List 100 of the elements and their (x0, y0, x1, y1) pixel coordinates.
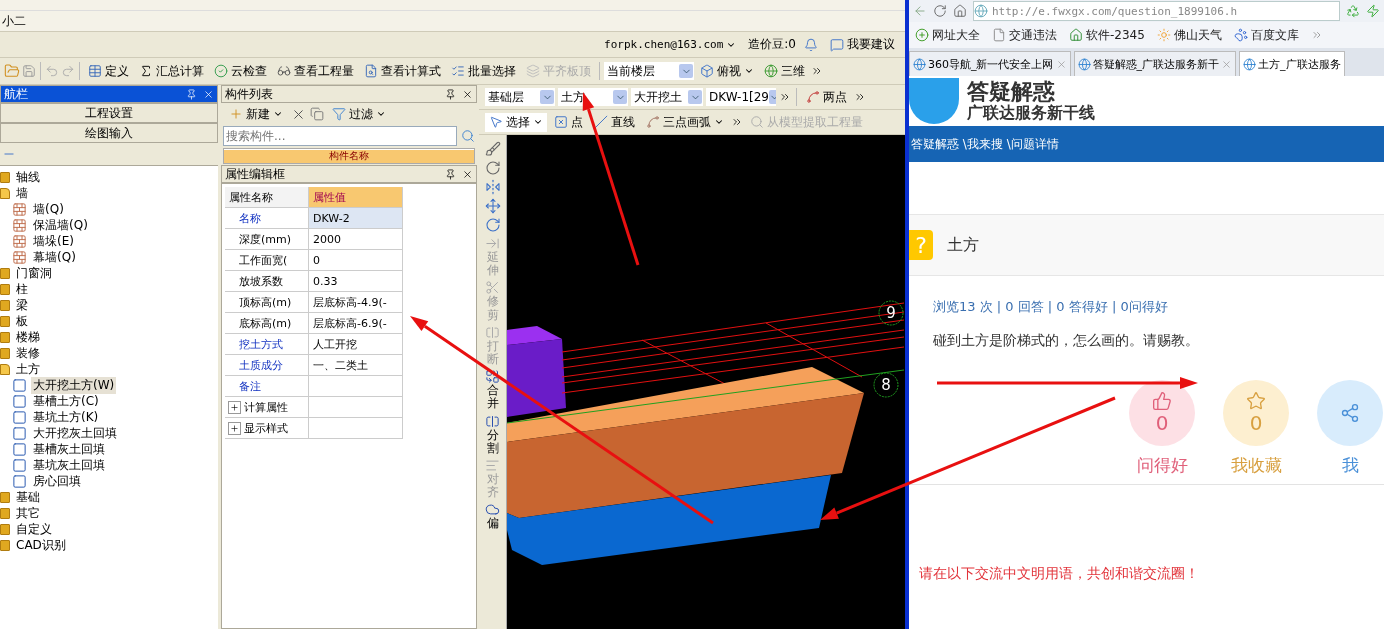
suggest-button[interactable]: 我要建议 (826, 35, 899, 54)
property-value[interactable]: 0 (309, 250, 403, 271)
side-tool-button[interactable]: 合并 (485, 369, 500, 411)
square-icon (12, 377, 27, 393)
tree-item[interactable]: CAD识别 (14, 536, 68, 554)
arc-button[interactable]: 三点画弧 (642, 112, 728, 132)
side-tool-button[interactable]: 偏 (485, 502, 500, 531)
close-icon (1221, 58, 1232, 70)
redo-icon (61, 64, 75, 78)
tree-item[interactable]: 大开挖灰土回填 (31, 424, 119, 442)
browser-tab[interactable]: 答疑解惑_广联达服务新干 (1073, 51, 1236, 76)
break-icon (485, 324, 500, 340)
tree-item[interactable]: 墙垛(E) (31, 232, 76, 250)
point-button[interactable]: 点 (550, 112, 587, 132)
bookmark-link[interactable]: 百度文库 (1233, 26, 1299, 44)
filter-button[interactable]: 过滤 (328, 104, 390, 124)
toolbar-button[interactable]: 汇总计算 (135, 61, 208, 81)
property-value[interactable] (309, 418, 403, 439)
question-stats: 浏览13 次 | 0 回答 | 0 答得好 | 0问得好 (933, 298, 1169, 316)
more-icon (779, 91, 791, 103)
three-d-button[interactable]: 三维 (760, 61, 809, 81)
new-button[interactable]: 新建 (225, 104, 287, 124)
property-value[interactable]: 人工开挖 (309, 334, 403, 355)
url-field[interactable]: http://e.fwxgx.com/question_1899106.h (973, 1, 1340, 21)
bookmark-link[interactable]: 佛山天气 (1156, 26, 1222, 44)
tree-item[interactable]: 轴线 (14, 168, 42, 186)
square-icon (12, 425, 27, 441)
line-button[interactable]: 直线 (590, 112, 639, 132)
nav-button[interactable]: 工程设置 (0, 103, 218, 123)
layer-select[interactable]: DKW-1[29 (706, 88, 776, 106)
toolbar-button[interactable]: 批量选择 (447, 61, 520, 81)
tree-item[interactable]: 梁 (14, 296, 30, 314)
tree-item[interactable]: 基坑土方(K) (31, 408, 101, 426)
caret-icon (533, 117, 543, 127)
brick-wall-icon (12, 249, 27, 265)
star-icon (1246, 391, 1266, 411)
cursor-icon (489, 115, 503, 129)
property-value[interactable]: 层底标高-6.9(- (309, 313, 403, 334)
more-icon (1310, 29, 1323, 41)
question-title: 土方 (947, 234, 979, 256)
tree-item[interactable]: 大开挖土方(W) (31, 376, 117, 394)
property-value[interactable] (309, 376, 403, 397)
floor-select[interactable]: 当前楼层 (604, 62, 694, 80)
more-icon (811, 65, 823, 77)
check-icon (214, 64, 228, 78)
window-title: 小二 (2, 12, 26, 30)
bookmark-link[interactable]: 软件-2345 (1069, 26, 1145, 44)
question-icon: ? (909, 230, 933, 260)
tree-item[interactable]: 装修 (14, 344, 42, 362)
sun-icon (1156, 28, 1171, 42)
sigma-icon (139, 64, 153, 78)
home-icon (953, 4, 967, 18)
tree-item[interactable]: 基础 (14, 488, 42, 506)
share-icon (1340, 403, 1360, 423)
toolbar-button[interactable]: 查看工程量 (273, 61, 358, 81)
tree-item[interactable]: 门窗洞 (14, 264, 54, 282)
property-value[interactable]: 层底标高-4.9(- (309, 292, 403, 313)
property-value[interactable]: 2000 (309, 229, 403, 250)
account-menu[interactable]: forpk.chen@163.com (600, 37, 741, 52)
tree-item[interactable]: 板 (14, 312, 30, 330)
nav-button[interactable]: 绘图输入 (0, 123, 218, 143)
pin-icon (186, 88, 197, 100)
layer-select[interactable]: 基础层 (485, 88, 555, 106)
view-menu-button[interactable]: 俯视 (696, 61, 758, 81)
tree-item[interactable]: 基槽土方(C) (31, 392, 101, 410)
house-icon (1069, 28, 1083, 42)
browser-tab[interactable]: 土方_广联达服务 (1239, 51, 1345, 76)
search-icon (750, 115, 764, 129)
tree-item[interactable]: 房心回填 (31, 472, 83, 490)
tree-item[interactable]: 柱 (14, 280, 30, 298)
tree-item[interactable]: 基槽灰土回填 (31, 440, 107, 458)
tree-item[interactable]: 墙 (14, 184, 30, 202)
property-value[interactable]: 0.33 (309, 271, 403, 292)
search-field[interactable]: 搜索构件... (223, 126, 457, 146)
tree-item[interactable]: 保温墙(Q) (31, 216, 90, 234)
toolbar-button[interactable]: 云检查 (210, 61, 271, 81)
property-name: 放坡系数 (225, 271, 309, 292)
tree-item[interactable]: 其它 (14, 504, 42, 522)
bookmark-link[interactable]: 网址大全 (915, 26, 980, 44)
toolbar-button[interactable]: 查看计算式 (360, 61, 445, 81)
bookmark-link[interactable]: 交通违法 (992, 26, 1057, 44)
tree-item[interactable]: 幕墙(Q) (31, 248, 78, 266)
tree-item[interactable]: 墙(Q) (31, 200, 66, 218)
tree-item[interactable]: 土方 (14, 360, 42, 378)
globe-icon (1077, 57, 1091, 71)
property-value[interactable]: 一、二类土 (309, 355, 403, 376)
tree-item[interactable]: 自定义 (14, 520, 54, 538)
property-value[interactable]: DKW-2 (309, 208, 403, 229)
line-icon (594, 115, 608, 129)
expand-icon[interactable] (228, 421, 241, 435)
side-tool-button[interactable]: 分割 (485, 413, 500, 455)
layer-select[interactable]: 大开挖土 (631, 88, 703, 106)
browser-tab[interactable]: 360导航_新一代安全上网 (909, 51, 1071, 76)
select-button[interactable]: 选择 (485, 112, 547, 132)
expand-icon[interactable] (228, 400, 241, 414)
tree-item[interactable]: 基坑灰土回填 (31, 456, 107, 474)
property-value[interactable] (309, 397, 403, 418)
tree-item[interactable]: 楼梯 (14, 328, 42, 346)
two-point-button[interactable]: 两点 (802, 87, 851, 107)
toolbar-button[interactable]: 定义 (84, 61, 133, 81)
